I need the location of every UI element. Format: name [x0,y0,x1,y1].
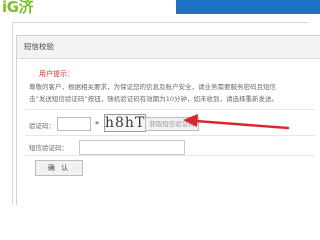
red-arrow-annotation [183,114,290,130]
